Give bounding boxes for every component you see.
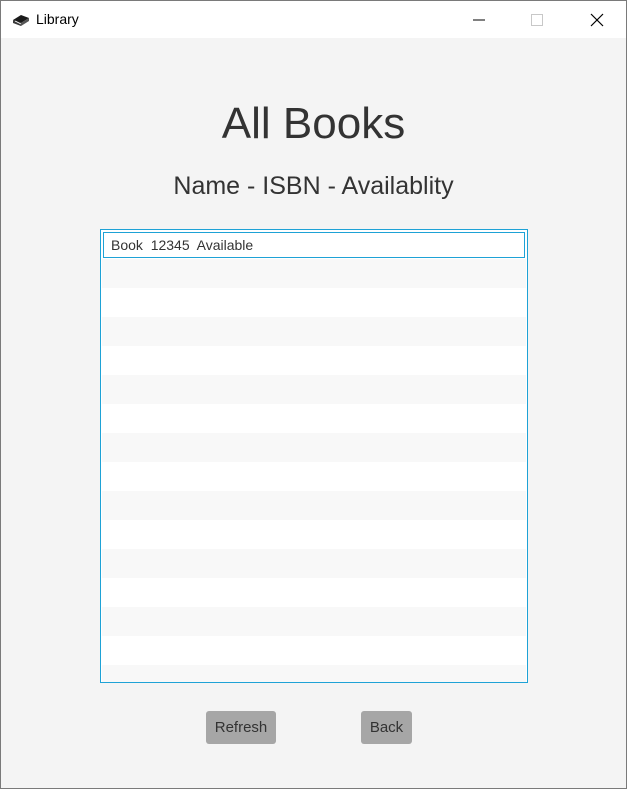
- list-item-empty: [102, 375, 526, 404]
- list-item-empty: [102, 636, 526, 665]
- window-title: Library: [36, 11, 79, 27]
- list-item-empty: [102, 317, 526, 346]
- list-item-empty: [102, 259, 526, 288]
- book-icon: [12, 12, 30, 28]
- list-item-empty: [102, 404, 526, 433]
- list-item-empty: [102, 520, 526, 549]
- list-item-empty: [102, 549, 526, 578]
- minimize-icon: [473, 19, 485, 20]
- back-button[interactable]: Back: [361, 711, 412, 744]
- maximize-icon: [531, 13, 543, 26]
- page-title: All Books: [221, 99, 406, 148]
- list-item-empty: [102, 665, 526, 682]
- close-icon: [590, 13, 604, 26]
- list-item-empty: [102, 462, 526, 491]
- maximize-button[interactable]: [508, 1, 566, 38]
- close-button[interactable]: [568, 1, 626, 38]
- list-item-empty: [102, 433, 526, 462]
- books-list[interactable]: Book 12345 Available: [100, 229, 528, 683]
- minimize-button[interactable]: [450, 1, 508, 38]
- library-window: Library All Books Name - ISBN - Availabl…: [0, 0, 627, 789]
- list-item-empty: [102, 578, 526, 607]
- list-item-empty: [102, 607, 526, 636]
- list-item-empty: [102, 346, 526, 375]
- list-item-empty: [102, 288, 526, 317]
- list-item-empty: [102, 491, 526, 520]
- title-bar[interactable]: Library: [1, 1, 626, 38]
- refresh-button[interactable]: Refresh: [206, 711, 276, 744]
- list-column-caption: Name - ISBN - Availablity: [173, 172, 454, 200]
- list-item[interactable]: Book 12345 Available: [103, 232, 525, 258]
